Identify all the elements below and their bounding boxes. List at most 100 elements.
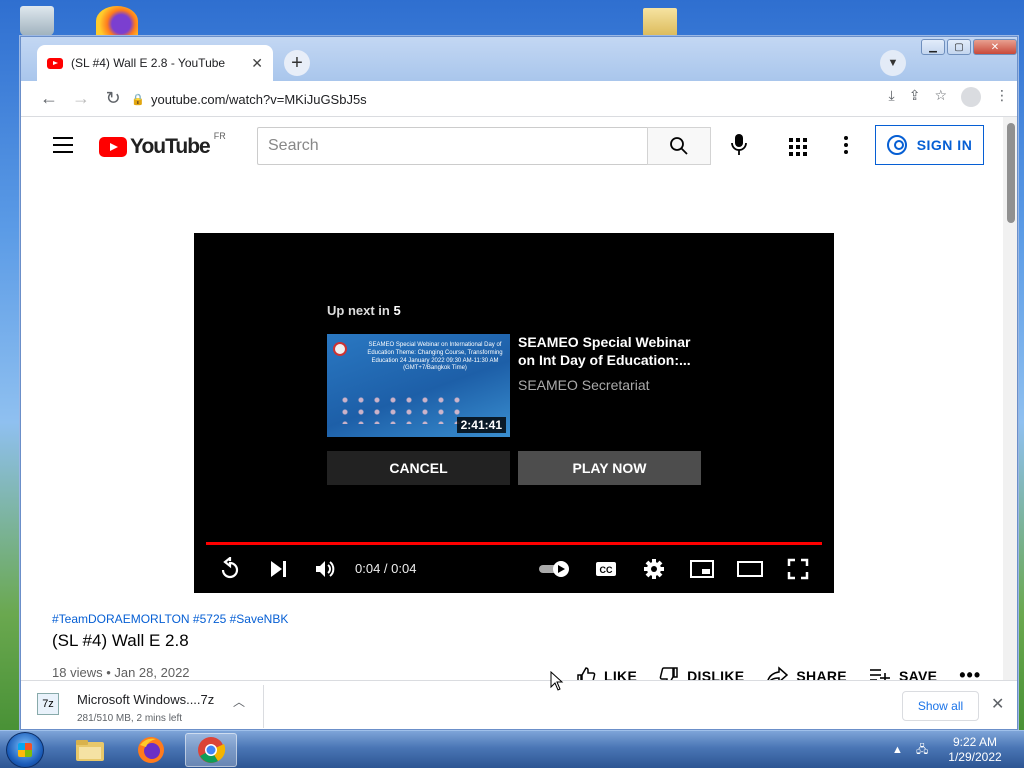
clock-date: 1/29/2022 xyxy=(948,750,1002,764)
folder-desktop-icon[interactable] xyxy=(643,8,677,36)
captions-icon[interactable]: CC xyxy=(592,551,620,587)
new-tab-button[interactable]: + xyxy=(284,50,310,76)
add-to-playlist-icon xyxy=(869,668,890,680)
settings-kebab-icon[interactable] xyxy=(844,136,848,157)
country-code: FR xyxy=(213,131,226,141)
tab-search-chevron-icon[interactable]: ▼ xyxy=(880,50,906,76)
close-window-button[interactable]: ✕ xyxy=(973,39,1017,55)
svg-text:CC: CC xyxy=(600,565,613,575)
next-video-channel: SEAMEO Secretariat xyxy=(518,377,650,393)
save-button[interactable]: SAVE xyxy=(869,667,938,681)
mouse-cursor-icon xyxy=(550,671,564,691)
maximize-button[interactable]: ▢ xyxy=(947,39,971,55)
tab-title: (SL #4) Wall E 2.8 - YouTube xyxy=(71,56,226,70)
install-app-icon[interactable]: ⤓ xyxy=(889,87,895,107)
next-video-icon[interactable] xyxy=(264,551,292,587)
share-button[interactable]: SHARE xyxy=(766,665,847,681)
hamburger-menu-icon[interactable] xyxy=(53,137,73,158)
save-label: SAVE xyxy=(898,667,938,681)
progress-bar[interactable] xyxy=(206,542,822,545)
video-actions: LIKE DISLIKE SHARE SAVE ••• xyxy=(576,665,1003,680)
up-next-prefix: Up next in xyxy=(327,303,390,318)
taskbar-clock[interactable]: 9:22 AM 1/29/2022 xyxy=(942,735,1008,765)
chevron-up-icon[interactable]: ︿ xyxy=(233,693,245,710)
lock-icon: 🔒 xyxy=(131,93,145,106)
search-button[interactable] xyxy=(647,127,711,165)
firefox-taskbar-icon[interactable] xyxy=(125,733,177,767)
share-arrow-icon xyxy=(767,665,789,680)
up-next-label: Up next in 5 xyxy=(327,303,401,318)
download-status: 281/510 MB, 2 mins left xyxy=(77,713,183,724)
download-filename[interactable]: Microsoft Windows....7z xyxy=(77,692,214,707)
like-button[interactable]: LIKE xyxy=(576,666,638,681)
account-icon xyxy=(886,135,907,155)
forward-arrow-icon[interactable]: → xyxy=(65,88,97,109)
volume-icon[interactable] xyxy=(311,551,339,587)
video-views-date: 18 views • Jan 28, 2022 xyxy=(52,665,190,680)
dislike-button[interactable]: DISLIKE xyxy=(659,666,745,681)
thumbs-down-icon xyxy=(659,666,678,680)
thumbs-up-icon xyxy=(577,666,596,680)
fullscreen-icon[interactable] xyxy=(784,551,812,587)
browser-tab[interactable]: (SL #4) Wall E 2.8 - YouTube ✕ xyxy=(37,45,273,81)
scrollbar-thumb[interactable] xyxy=(1007,123,1015,223)
network-icon[interactable]: 🖧 xyxy=(916,744,928,756)
back-arrow-icon[interactable]: ← xyxy=(33,88,65,109)
microphone-icon[interactable] xyxy=(727,133,751,159)
settings-gear-icon[interactable] xyxy=(640,551,668,587)
video-title: (SL #4) Wall E 2.8 xyxy=(52,631,189,650)
tab-close-icon[interactable]: ✕ xyxy=(251,55,263,72)
apps-grid-icon[interactable] xyxy=(789,138,807,156)
replay-icon[interactable] xyxy=(216,551,244,587)
firefox-desktop-icon[interactable] xyxy=(96,6,138,36)
download-shelf: 7z Microsoft Windows....7z 281/510 MB, 2… xyxy=(21,680,1017,729)
chrome-taskbar-icon[interactable] xyxy=(185,733,237,767)
tray-expand-icon[interactable]: ▲ xyxy=(892,744,903,756)
youtube-play-logo-icon xyxy=(99,137,127,157)
masthead: YouTube FR Search SIGN IN xyxy=(21,117,1003,173)
thumbnail-illustration xyxy=(337,394,467,424)
miniplayer-icon[interactable] xyxy=(688,551,716,587)
bookmark-star-icon[interactable]: ☆ xyxy=(934,87,947,107)
show-all-button[interactable]: Show all xyxy=(902,691,979,721)
search-icon xyxy=(670,137,688,155)
toolbar-actions: ⤓ ⇪ ☆ ⋮ xyxy=(889,87,1009,107)
recycle-bin-icon[interactable] xyxy=(20,6,54,36)
explorer-taskbar-icon[interactable] xyxy=(64,733,116,767)
theater-mode-icon[interactable] xyxy=(736,551,764,587)
system-tray: ▲ 🖧 xyxy=(892,741,928,760)
next-video-thumbnail[interactable]: SEAMEO Special Webinar on International … xyxy=(327,334,510,437)
like-label: LIKE xyxy=(604,667,638,681)
minimize-button[interactable]: ▁ xyxy=(921,39,945,55)
video-player[interactable]: Up next in 5 SEAMEO Special Webinar on I… xyxy=(194,233,834,593)
youtube-favicon-icon xyxy=(47,57,63,69)
dislike-label: DISLIKE xyxy=(687,667,745,681)
start-button[interactable] xyxy=(6,732,44,768)
autoplay-toggle[interactable] xyxy=(536,551,572,587)
close-shelf-icon[interactable]: ✕ xyxy=(991,694,1004,714)
play-now-button[interactable]: PLAY NOW xyxy=(518,451,701,485)
reload-icon[interactable]: ↻ xyxy=(97,88,129,109)
player-controls: 0:04 / 0:04 CC xyxy=(194,551,834,587)
archive-file-icon: 7z xyxy=(37,693,59,715)
share-page-icon[interactable]: ⇪ xyxy=(909,87,921,107)
thumbnail-text: SEAMEO Special Webinar on International … xyxy=(367,342,503,372)
more-actions-icon[interactable]: ••• xyxy=(959,665,981,680)
browser-toolbar: ← → ↻ 🔒 youtube.com/watch?v=MKiJuGSbJ5s … xyxy=(21,81,1017,117)
profile-avatar-icon[interactable] xyxy=(961,87,981,107)
address-bar[interactable]: 🔒 youtube.com/watch?v=MKiJuGSbJ5s xyxy=(131,85,1001,113)
next-video-title[interactable]: SEAMEO Special Webinar on Int Day of Edu… xyxy=(518,333,708,369)
sign-in-button[interactable]: SIGN IN xyxy=(875,125,984,165)
search-input[interactable]: Search xyxy=(257,127,648,165)
tab-strip: (SL #4) Wall E 2.8 - YouTube ✕ + ▼ ▁ ▢ ✕ xyxy=(21,37,1017,81)
video-hashtags[interactable]: #TeamDORAEMORLTON #5725 #SaveNBK xyxy=(52,612,288,626)
clock-time: 9:22 AM xyxy=(952,735,998,749)
logo-wordmark: YouTube xyxy=(130,135,211,158)
windows-taskbar: ▲ 🖧 9:22 AM 1/29/2022 xyxy=(0,730,1024,768)
seameo-seal-icon xyxy=(333,342,347,356)
page-scrollbar[interactable] xyxy=(1003,117,1017,680)
cancel-autoplay-button[interactable]: CANCEL xyxy=(327,451,510,485)
browser-menu-icon[interactable]: ⋮ xyxy=(995,87,1009,107)
youtube-logo[interactable]: YouTube FR xyxy=(99,131,226,159)
share-label: SHARE xyxy=(796,667,847,681)
